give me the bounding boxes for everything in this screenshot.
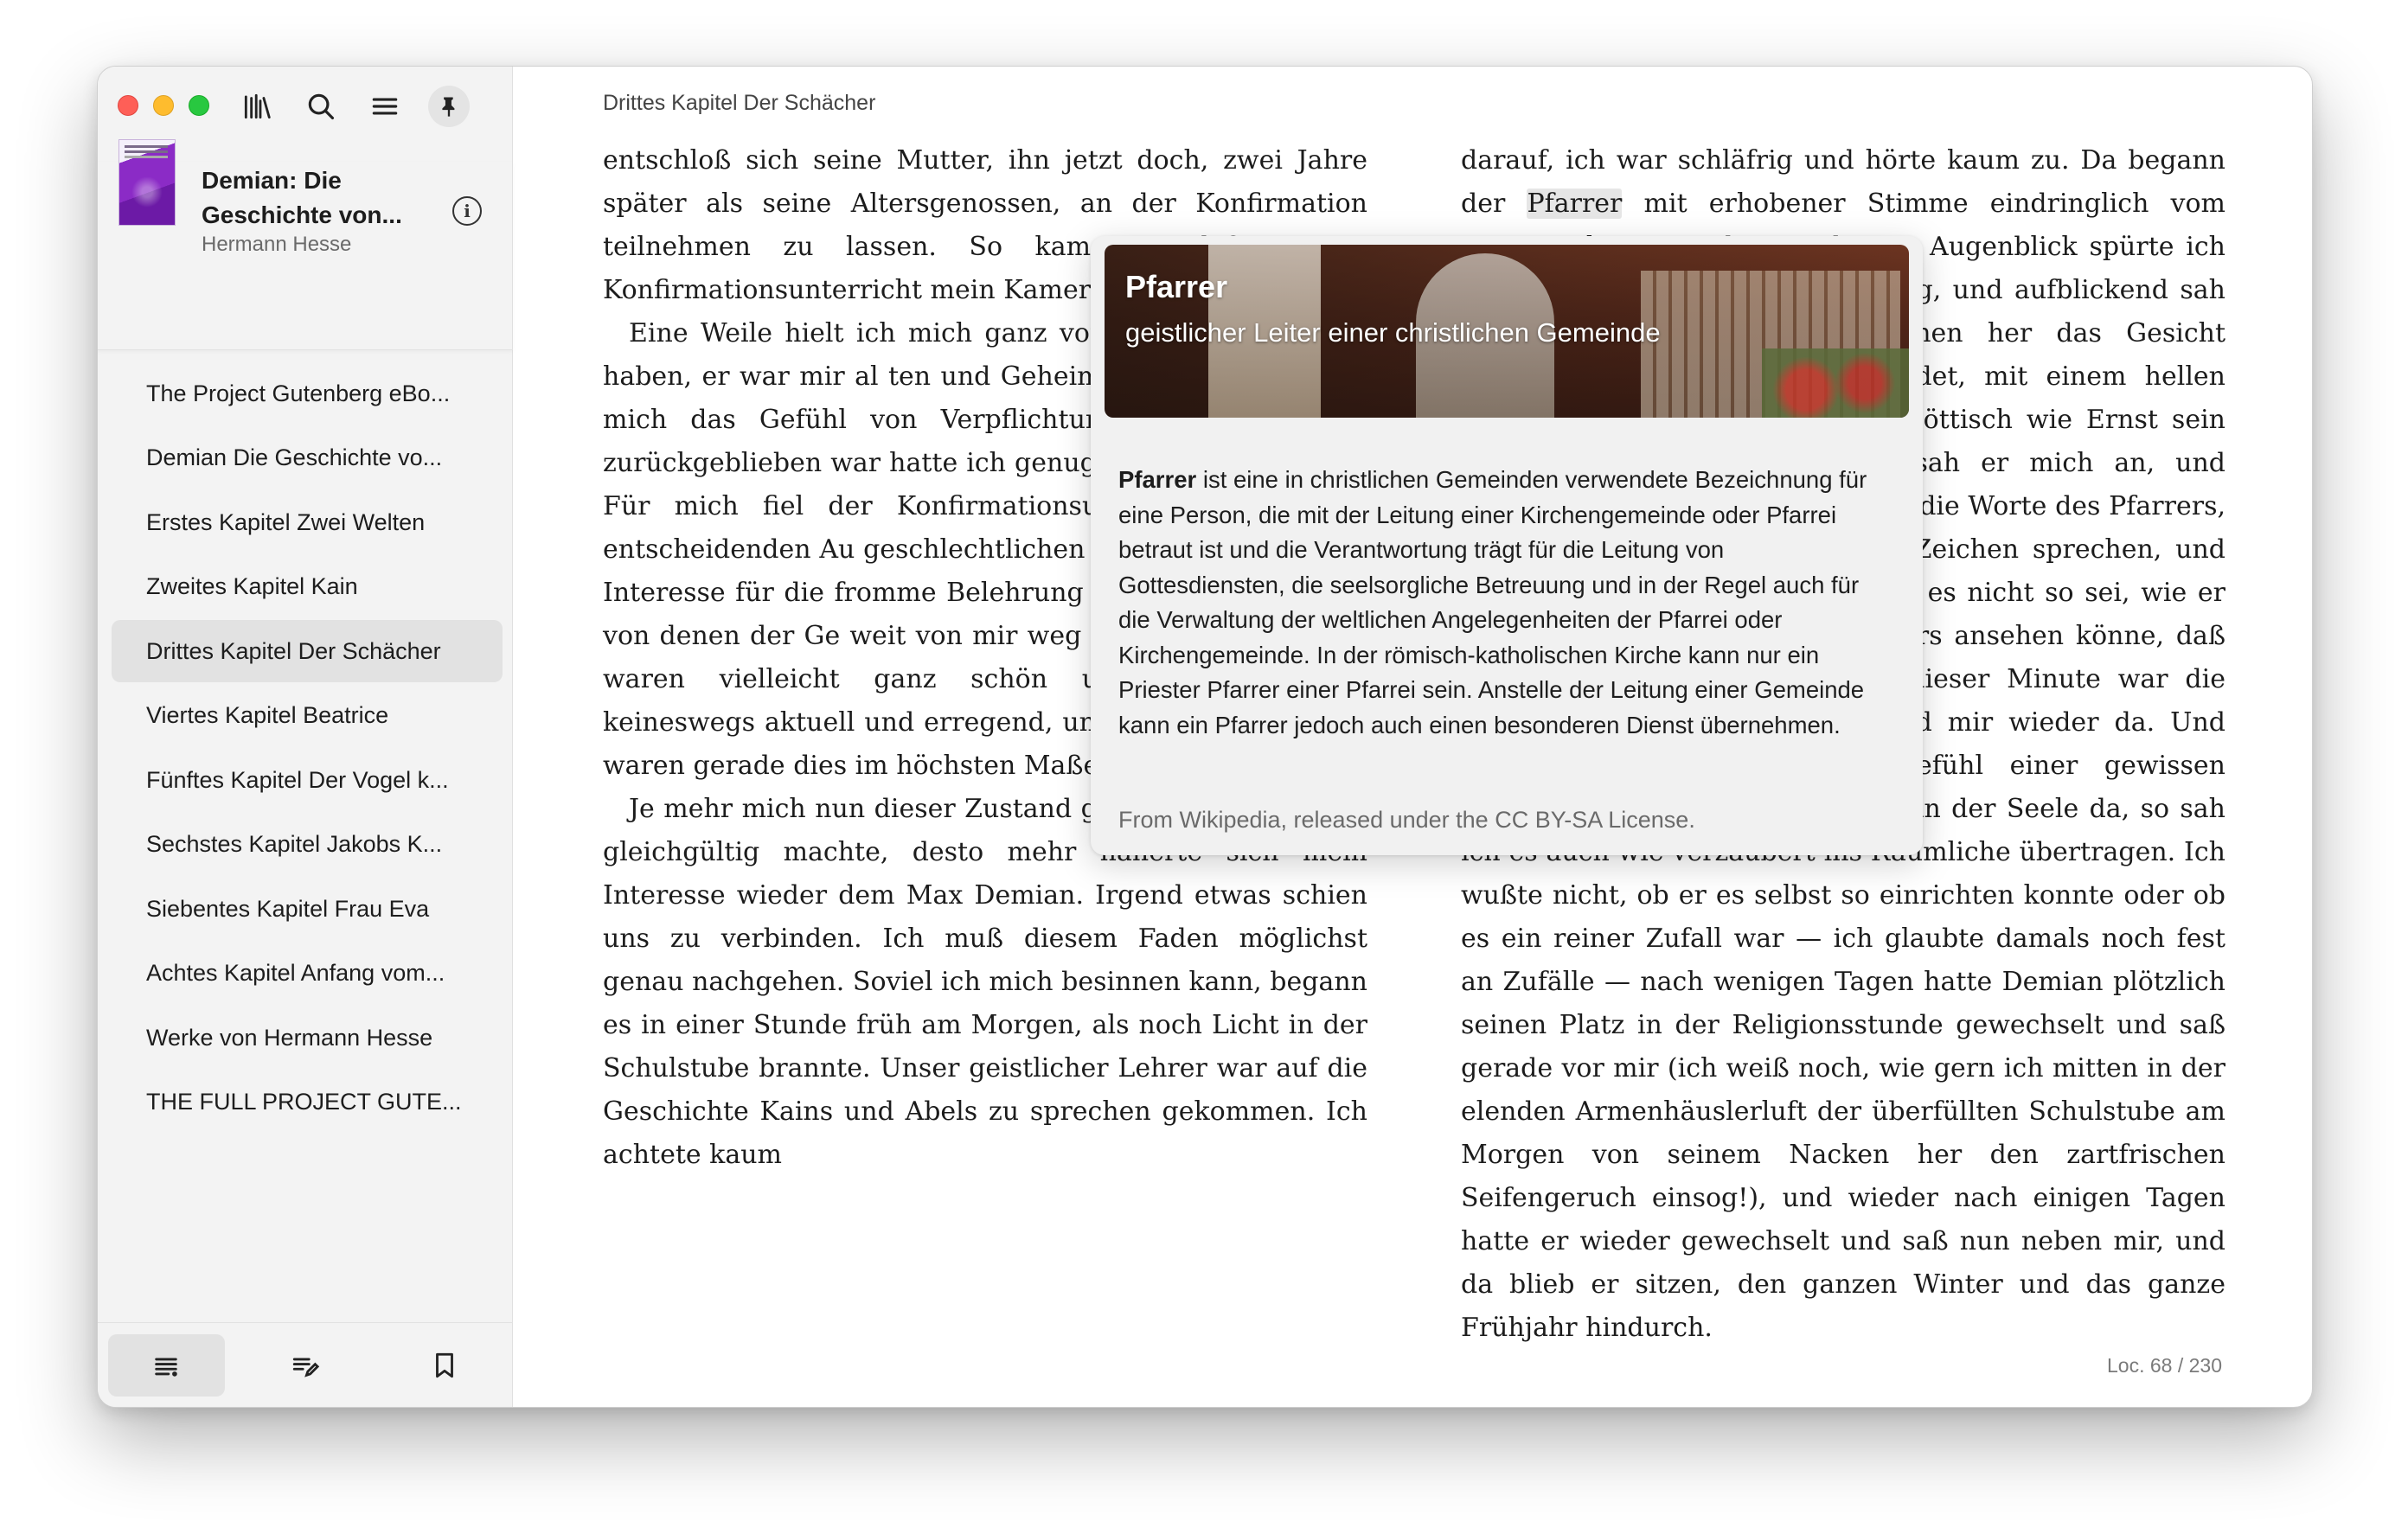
popover-body: Pfarrer ist eine in christlichen Gemeind… xyxy=(1118,463,1895,743)
window-controls xyxy=(118,95,209,116)
sidebar-footer xyxy=(98,1322,513,1407)
library-button[interactable] xyxy=(236,86,278,127)
pin-icon xyxy=(442,97,455,117)
annotations-tab-button[interactable] xyxy=(247,1334,364,1397)
location-indicator: Loc. 68 / 230 xyxy=(2107,1354,2222,1377)
toc-item[interactable]: Siebentes Kapitel Frau Eva xyxy=(112,878,503,940)
zoom-window-button[interactable] xyxy=(189,95,209,116)
toc-item[interactable]: Zweites Kapitel Kain xyxy=(112,556,503,618)
annotations-icon xyxy=(292,1358,320,1377)
sidebar: Demian: Die Geschichte von... Hermann He… xyxy=(98,67,513,1407)
popover-term: Pfarrer xyxy=(1118,466,1197,493)
toc-item[interactable]: Erstes Kapitel Zwei Welten xyxy=(112,491,503,553)
bookmarks-tab-button[interactable] xyxy=(386,1334,503,1397)
toc-item[interactable]: Sechstes Kapitel Jakobs K... xyxy=(112,814,503,876)
pin-sidebar-button[interactable] xyxy=(428,86,470,127)
contents-tab-button[interactable] xyxy=(108,1333,225,1397)
book-title: Demian: Die Geschichte von... xyxy=(202,167,402,228)
app-window: Demian: Die Geschichte von... Hermann He… xyxy=(97,66,2313,1408)
toc-list-icon xyxy=(155,1358,178,1377)
book-cover[interactable] xyxy=(118,139,176,226)
close-window-button[interactable] xyxy=(118,95,138,116)
toc-item[interactable]: Werke von Hermann Hesse xyxy=(112,1007,503,1069)
table-of-contents: The Project Gutenberg eBo... Demian Die … xyxy=(112,362,503,1135)
popover-hero-image: Pfarrer geistlicher Leiter einer christl… xyxy=(1105,245,1909,418)
popover-title: Pfarrer xyxy=(1125,269,1228,304)
menu-button[interactable] xyxy=(364,86,406,127)
toc-item[interactable]: Viertes Kapitel Beatrice xyxy=(112,685,503,747)
menu-icon xyxy=(372,98,398,115)
chapter-header: Drittes Kapitel Der Schächer xyxy=(603,91,876,115)
popover-attribution[interactable]: From Wikipedia, released under the CC BY… xyxy=(1118,807,1695,834)
wikipedia-lookup-popover[interactable]: Pfarrer geistlicher Leiter einer christl… xyxy=(1091,236,1923,855)
toc-item[interactable]: The Project Gutenberg eBo... xyxy=(112,362,503,425)
toc-item[interactable]: Demian Die Geschichte vo... xyxy=(112,427,503,489)
search-button[interactable] xyxy=(300,86,342,127)
toc-item-active[interactable]: Drittes Kapitel Der Schächer xyxy=(112,620,503,682)
popover-definition: ist eine in christlichen Gemeinden verwe… xyxy=(1118,466,1867,738)
hero-image-detail xyxy=(1762,348,1909,418)
minimize-window-button[interactable] xyxy=(153,95,174,116)
book-author: Hermann Hesse xyxy=(202,233,352,256)
toc-item[interactable]: Achtes Kapitel Anfang vom... xyxy=(112,943,503,1005)
toc-item[interactable]: THE FULL PROJECT GUTE... xyxy=(112,1071,503,1134)
toc-item[interactable]: Fünftes Kapitel Der Vogel k... xyxy=(112,749,503,811)
highlighted-word[interactable]: Pfarrer xyxy=(1527,189,1623,219)
info-icon[interactable]: i xyxy=(452,196,482,226)
library-icon xyxy=(244,93,271,119)
bookmark-icon xyxy=(435,1352,453,1377)
popover-subtitle: geistlicher Leiter einer christlichen Ge… xyxy=(1125,317,1661,348)
search-icon xyxy=(308,93,335,120)
